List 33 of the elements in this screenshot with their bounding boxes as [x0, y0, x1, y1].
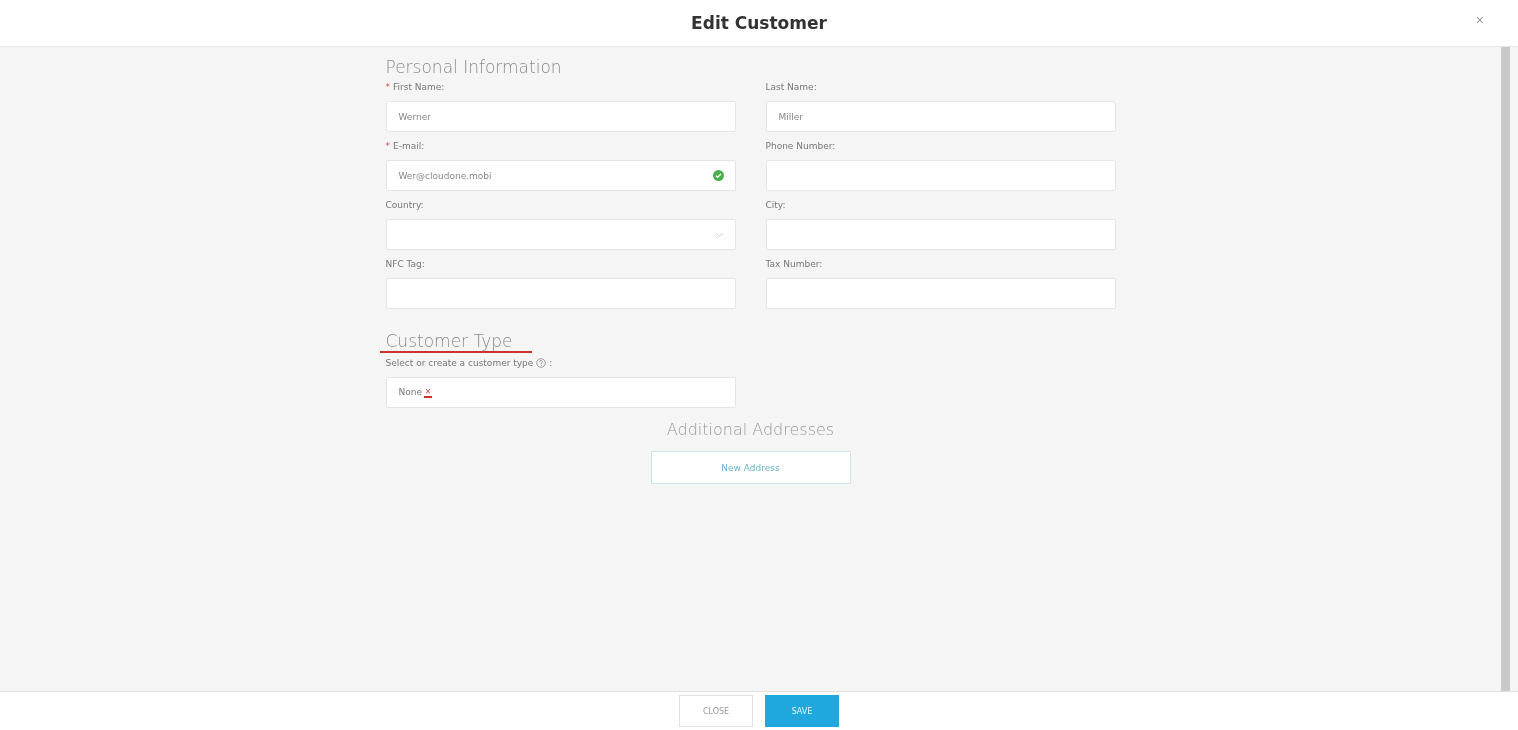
select-field[interactable]: [385, 219, 736, 250]
remove-tag-button[interactable]: ×: [424, 387, 432, 396]
input-field[interactable]: Miller: [765, 101, 1116, 132]
field-label: Phone Number:: [765, 140, 837, 152]
close-button[interactable]: CLOSE: [679, 695, 753, 727]
input-field[interactable]: [765, 160, 1116, 191]
label-colon: :: [549, 358, 553, 368]
scrollbar[interactable]: [1501, 47, 1510, 691]
save-button[interactable]: SAVE: [765, 695, 839, 727]
new-address-button[interactable]: New Address: [650, 451, 851, 484]
field-label: Select or create a customer type: [385, 358, 534, 368]
field-label: NFC Tag:: [385, 258, 426, 270]
check-icon: [712, 170, 724, 181]
section-heading: Personal Information: [385, 57, 563, 77]
section-heading: Additional Addresses: [666, 420, 835, 439]
close-button[interactable]: ×: [1471, 10, 1488, 30]
input-field[interactable]: [765, 219, 1116, 250]
dialog-title: Edit Customer: [691, 13, 827, 33]
tag-input-field[interactable]: None ×: [385, 377, 736, 408]
input-field[interactable]: Wer@cloudone.mobi: [385, 160, 736, 191]
help-icon[interactable]: [536, 358, 547, 368]
field-label: * E-mail:: [385, 140, 426, 152]
chevron-down-icon: [714, 232, 724, 238]
input-field[interactable]: Werner: [385, 101, 736, 132]
field-label: * First Name:: [385, 81, 446, 93]
input-field[interactable]: [385, 278, 736, 309]
field-label: City:: [765, 199, 787, 211]
section-heading: Customer Type: [385, 331, 513, 351]
field-label: Country:: [385, 199, 425, 211]
input-field[interactable]: [765, 278, 1116, 309]
tag-label: None: [398, 387, 422, 397]
field-label: Tax Number:: [765, 258, 824, 270]
field-label: Last Name:: [765, 81, 818, 93]
